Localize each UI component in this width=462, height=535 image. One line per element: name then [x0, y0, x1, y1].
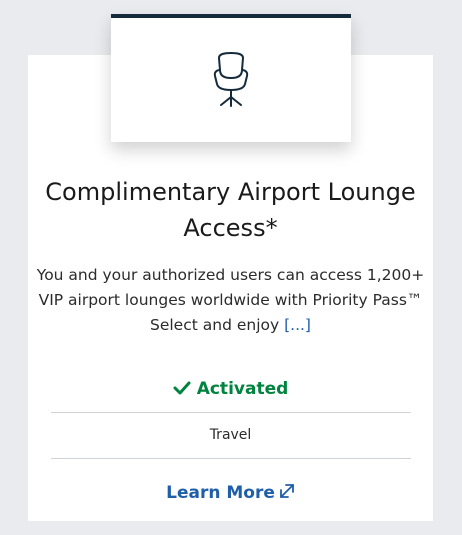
learn-more-link[interactable]: Learn More: [28, 481, 433, 505]
divider: [51, 412, 411, 413]
benefit-icon-tile: [111, 14, 351, 142]
divider: [51, 458, 411, 459]
learn-more-label: Learn More: [166, 483, 275, 503]
lounge-chair-icon: [213, 52, 249, 107]
benefit-category: Travel: [209, 427, 252, 443]
status-badge: Activated: [28, 377, 433, 401]
read-more-link[interactable]: [...]: [284, 316, 311, 334]
external-link-icon: [279, 484, 294, 498]
benefit-description-text: You and your authorized users can access…: [36, 266, 425, 334]
status-label: Activated: [196, 379, 289, 399]
benefit-description: You and your authorized users can access…: [28, 263, 433, 338]
checkmark-icon: [173, 381, 191, 395]
benefit-title: Complimentary Airport Lounge Access*: [45, 178, 416, 242]
